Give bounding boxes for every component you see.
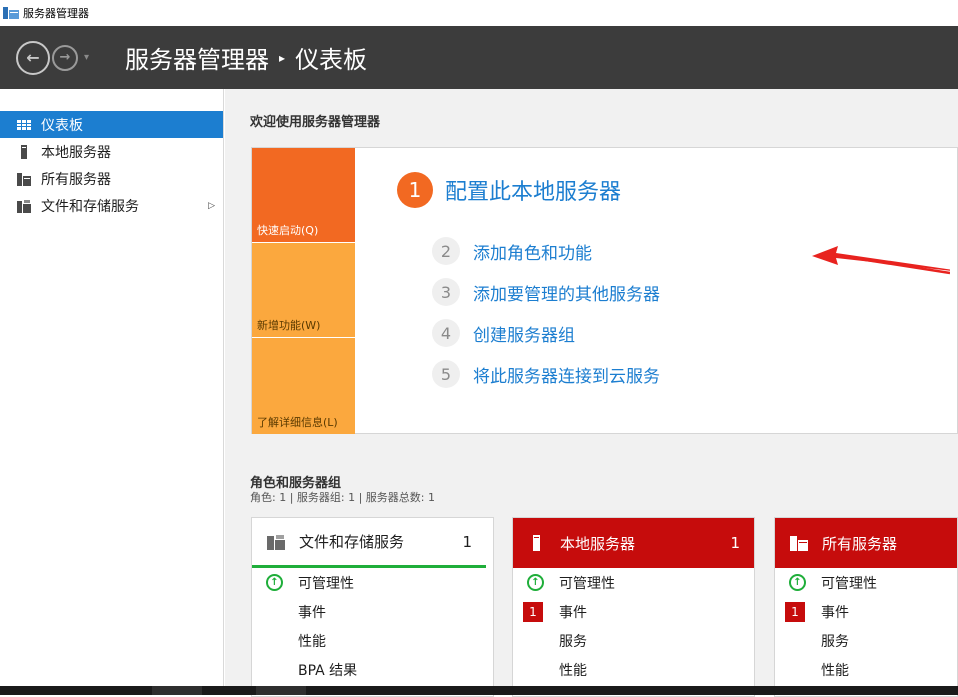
dashboard-main: 欢迎使用服务器管理器 快速启动(Q) 新增功能(W) 了解详细信息(L) 1 配… [225,89,958,697]
sidebar-item-label: 仪表板 [41,117,83,134]
role-card-file-storage[interactable]: 文件和存储服务 1 ↑ 可管理性 事件 性能 BPA 结果 [251,517,494,697]
all-servers-icon [789,534,809,552]
step-number-badge: 5 [432,360,460,388]
alert-count-badge: 1 [785,602,805,622]
row-label: 可管理性 [298,575,354,592]
sidebar-item-all-servers[interactable]: 所有服务器 [0,165,223,192]
step-number-badge: 1 [397,172,433,208]
tile-learn-more[interactable]: 了解详细信息(L) [252,338,355,434]
local-server-icon [527,534,547,552]
sidebar-item-local-server[interactable]: 本地服务器 [0,138,223,165]
sidebar-item-label: 本地服务器 [41,144,111,161]
file-storage-icon [266,533,286,551]
row-label: 性能 [821,662,849,679]
status-ok-icon: ↑ [527,574,544,591]
role-card-all-servers[interactable]: 所有服务器 ↑ 可管理性 1 事件 服务 性能 [774,517,958,697]
quick-start-panel: 快速启动(Q) 新增功能(W) 了解详细信息(L) 1 配置此本地服务器 2 添… [251,147,958,434]
window-title: 服务器管理器 [23,7,89,20]
dashboard-icon [16,117,32,133]
row-label: 性能 [559,662,587,679]
roles-summary: 角色: 1 | 服务器组: 1 | 服务器总数: 1 [250,491,436,504]
step-number-badge: 4 [432,319,460,347]
card-count: 1 [730,534,740,552]
alert-count-badge: 1 [523,602,543,622]
annotation-arrow-icon [812,246,950,275]
row-label: 性能 [298,633,326,650]
card-header[interactable]: 所有服务器 [775,518,957,568]
card-row-events[interactable]: 1 事件 [775,597,957,626]
tile-whats-new[interactable]: 新增功能(W) [252,243,355,337]
card-row-manageability[interactable]: ↑ 可管理性 [513,568,754,597]
tile-label: 快速启动(Q) [257,224,319,237]
card-row-manageability[interactable]: ↑ 可管理性 [775,568,957,597]
row-label: 事件 [559,604,587,621]
row-label: BPA 结果 [298,662,358,679]
card-row-performance[interactable]: 性能 [775,655,957,684]
taskbar-item[interactable] [152,686,202,695]
step-number-badge: 3 [432,278,460,306]
card-row-manageability[interactable]: ↑ 可管理性 [252,568,493,597]
step-connect-cloud[interactable]: 5 将此服务器连接到云服务 [432,360,660,388]
card-row-performance[interactable]: 性能 [513,655,754,684]
step-link[interactable]: 将此服务器连接到云服务 [473,362,660,387]
window-titlebar: 服务器管理器 [0,0,958,26]
arrow-right-icon: → [59,50,71,65]
card-header[interactable]: 文件和存储服务 1 [252,518,486,568]
card-title: 本地服务器 [560,534,636,553]
card-row-services[interactable]: 服务 [513,626,754,655]
card-title: 所有服务器 [822,534,898,553]
row-label: 可管理性 [559,575,615,592]
step-link[interactable]: 创建服务器组 [473,321,575,346]
card-row-bpa[interactable]: BPA 结果 [252,655,493,684]
step-add-other-servers[interactable]: 3 添加要管理的其他服务器 [432,278,660,306]
row-label: 事件 [298,604,326,621]
sidebar: 仪表板 本地服务器 所有服务器 文件和存储服务 ▷ [0,89,224,695]
card-row-events[interactable]: 1 事件 [513,597,754,626]
card-row-services[interactable]: 服务 [775,626,957,655]
step-link[interactable]: 添加要管理的其他服务器 [473,280,660,305]
sidebar-item-label: 文件和存储服务 [41,198,139,215]
local-server-icon [16,144,32,160]
status-ok-icon: ↑ [789,574,806,591]
step-number-badge: 2 [432,237,460,265]
arrow-left-icon: ← [26,48,40,67]
row-label: 可管理性 [821,575,877,592]
welcome-title: 欢迎使用服务器管理器 [250,115,381,130]
sidebar-item-label: 所有服务器 [41,171,111,188]
step-configure-local-server[interactable]: 1 配置此本地服务器 [397,172,621,208]
step-create-server-group[interactable]: 4 创建服务器组 [432,319,575,347]
header-bar: ← → ▾ 服务器管理器 ▸ 仪表板 [0,26,958,89]
row-label: 服务 [821,633,849,650]
server-manager-app-icon [3,6,19,20]
row-label: 事件 [821,604,849,621]
submenu-arrow-icon[interactable]: ▷ [208,201,215,211]
taskbar-item[interactable] [256,686,306,695]
sidebar-item-file-storage[interactable]: 文件和存储服务 ▷ [0,192,223,219]
breadcrumb-separator-icon: ▸ [279,50,286,65]
tile-label: 了解详细信息(L) [257,416,338,429]
status-ok-icon: ↑ [266,574,283,591]
taskbar [0,686,958,695]
sidebar-item-dashboard[interactable]: 仪表板 [0,111,223,138]
breadcrumb-current: 仪表板 [295,46,368,74]
forward-button[interactable]: → [52,44,78,71]
breadcrumb-root[interactable]: 服务器管理器 [125,40,269,75]
breadcrumb: 服务器管理器 ▸ 仪表板 [125,40,367,75]
step-link[interactable]: 添加角色和功能 [473,239,592,264]
file-storage-icon [16,198,32,214]
step-link[interactable]: 配置此本地服务器 [445,174,621,206]
history-dropdown-icon[interactable]: ▾ [84,52,89,63]
step-add-roles-features[interactable]: 2 添加角色和功能 [432,237,592,265]
card-header[interactable]: 本地服务器 1 [513,518,754,568]
tile-label: 新增功能(W) [257,319,321,332]
all-servers-icon [16,171,32,187]
card-row-events[interactable]: 事件 [252,597,493,626]
card-title: 文件和存储服务 [299,533,405,551]
card-row-performance[interactable]: 性能 [252,626,493,655]
back-button[interactable]: ← [16,40,50,75]
tile-quick-start[interactable]: 快速启动(Q) [252,148,355,242]
card-count: 1 [462,532,472,551]
role-card-local-server[interactable]: 本地服务器 1 ↑ 可管理性 1 事件 服务 性能 [512,517,755,697]
row-label: 服务 [559,633,587,650]
